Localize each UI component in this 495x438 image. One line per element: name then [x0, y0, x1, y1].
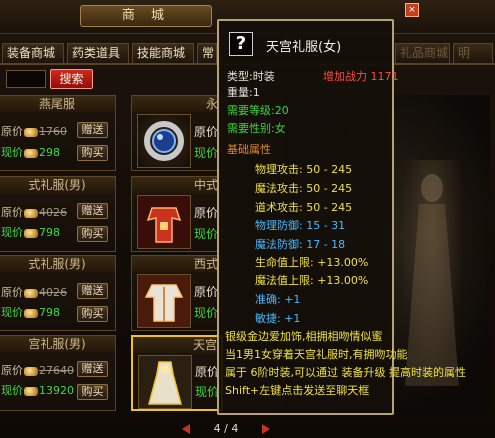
base-attributes-title: 基础属性 — [227, 143, 271, 156]
item-slot[interactable] — [137, 195, 191, 249]
stat-physical-defense: 物理防御: 15 - 31 — [255, 219, 346, 232]
description-line: 当1男1女穿着天宫礼服时,有拥吻功能 — [225, 348, 408, 361]
product-name: 宫礼服(男) — [0, 336, 115, 352]
tab-skill-mall[interactable]: 技能商城 — [132, 43, 194, 63]
power-bonus: 增加战力 1171 — [323, 70, 399, 83]
gold-ingot-icon — [24, 228, 38, 238]
stat-magic-attack: 魔法攻击: 50 - 245 — [255, 182, 353, 195]
original-price: 原价 4026 — [1, 206, 67, 219]
original-price: 原价 1760 — [1, 125, 67, 138]
tab-gift-mall[interactable]: 礼品商城 — [395, 43, 450, 63]
required-level: 需要等级:20 — [227, 104, 289, 117]
current-price: 现价 798 — [1, 226, 60, 239]
buy-button[interactable]: 购买 — [77, 306, 108, 322]
product-card[interactable]: 式礼服(男) 原价 4026 现价 798 赠送 购买 — [0, 255, 116, 331]
gold-ingot-icon — [24, 208, 38, 218]
gold-ingot-icon — [24, 366, 38, 376]
product-name: 天宫 — [133, 337, 221, 353]
item-slot[interactable] — [138, 355, 192, 409]
buy-button[interactable]: 购买 — [77, 226, 108, 242]
original-price: 原价 27640 — [1, 364, 74, 377]
product-card[interactable]: 式礼服(男) 原价 4026 现价 798 赠送 购买 — [0, 176, 116, 252]
page-indicator: 4 / 4 — [213, 422, 239, 435]
product-card-selected[interactable]: 天宫 原价 现价 — [131, 335, 223, 411]
stat-mp-limit: 魔法值上限: +13.00% — [255, 274, 369, 287]
item-tooltip: ? 天宫礼服(女) 类型:时装 增加战力 1171 重量:1 需要等级:20 需… — [217, 19, 466, 415]
stat-agility: 敏捷: +1 — [255, 312, 301, 325]
product-card[interactable]: 宫礼服(男) 原价 27640 现价 13920 赠送 购买 — [0, 335, 116, 411]
current-price: 现价 13920 — [1, 384, 74, 397]
product-card[interactable]: 燕尾服 原价 1760 现价 298 赠送 购买 — [0, 95, 116, 171]
stat-accuracy: 准确: +1 — [255, 293, 301, 306]
prev-page-arrow-icon[interactable] — [182, 424, 190, 434]
next-page-arrow-icon[interactable] — [262, 424, 270, 434]
gift-button[interactable]: 赠送 — [77, 122, 108, 138]
search-button[interactable]: 搜索 — [50, 69, 93, 89]
product-card[interactable]: 永 原价 现价 — [131, 95, 223, 171]
item-slot[interactable] — [137, 274, 191, 328]
close-button[interactable]: × — [405, 3, 419, 17]
description-line: 属于 6阶时装,可以通过 装备升级 提高时装的属性 — [225, 366, 466, 379]
bracelet-icon — [144, 121, 184, 161]
stat-hp-limit: 生命值上限: +13.00% — [255, 256, 369, 269]
current-price: 现价 798 — [1, 306, 60, 319]
product-name: 燕尾服 — [0, 96, 115, 112]
buy-button[interactable]: 购买 — [77, 145, 108, 161]
tab-potion-items[interactable]: 药类道具 — [67, 43, 129, 63]
pagination: 4 / 4 — [176, 422, 281, 438]
gold-ingot-icon — [24, 308, 38, 318]
product-name: 式礼服(男) — [0, 256, 115, 272]
item-weight: 重量:1 — [227, 86, 260, 99]
stat-taoist-attack: 道术攻击: 50 - 245 — [255, 201, 353, 214]
product-card[interactable]: 中式 原价 现价 — [131, 176, 223, 252]
required-gender: 需要性别:女 — [227, 122, 286, 135]
description-line: 银级金边爱加饰,相拥相吻情似蜜 — [225, 330, 383, 343]
white-outfit-icon — [138, 275, 190, 327]
tooltip-item-name: 天宫礼服(女) — [266, 40, 342, 55]
unknown-item-icon: ? — [229, 32, 253, 56]
search-input[interactable] — [6, 70, 46, 88]
product-card[interactable]: 西式 原价 现价 — [131, 255, 223, 331]
tab-more[interactable]: 明 — [453, 43, 493, 63]
current-price: 现价 298 — [1, 146, 60, 159]
product-name: 式礼服(男) — [0, 177, 115, 193]
gold-ingot-icon — [24, 148, 38, 158]
stat-physical-attack: 物理攻击: 50 - 245 — [255, 163, 353, 176]
golden-gown-icon — [139, 356, 191, 408]
gold-ingot-icon — [24, 127, 38, 137]
product-name: 永 — [132, 96, 222, 112]
product-name: 西式 — [132, 256, 222, 272]
gift-button[interactable]: 赠送 — [77, 283, 108, 299]
gold-ingot-icon — [24, 288, 38, 298]
gift-button[interactable]: 赠送 — [77, 361, 108, 377]
item-type: 类型:时装 — [227, 70, 275, 83]
item-slot[interactable] — [137, 114, 191, 168]
buy-button[interactable]: 购买 — [77, 384, 108, 400]
red-outfit-icon — [138, 196, 190, 248]
chat-hint: Shift+左键点击发送至聊天框 — [225, 384, 370, 397]
tab-equipment-mall[interactable]: 装备商城 — [2, 43, 64, 63]
gold-ingot-icon — [24, 386, 38, 396]
window-title: 商 城 — [80, 5, 212, 27]
tab-common[interactable]: 常 — [197, 43, 217, 63]
stat-magic-defense: 魔法防御: 17 - 18 — [255, 238, 346, 251]
original-price: 原价 4026 — [1, 286, 67, 299]
gift-button[interactable]: 赠送 — [77, 203, 108, 219]
product-name: 中式 — [132, 177, 222, 193]
